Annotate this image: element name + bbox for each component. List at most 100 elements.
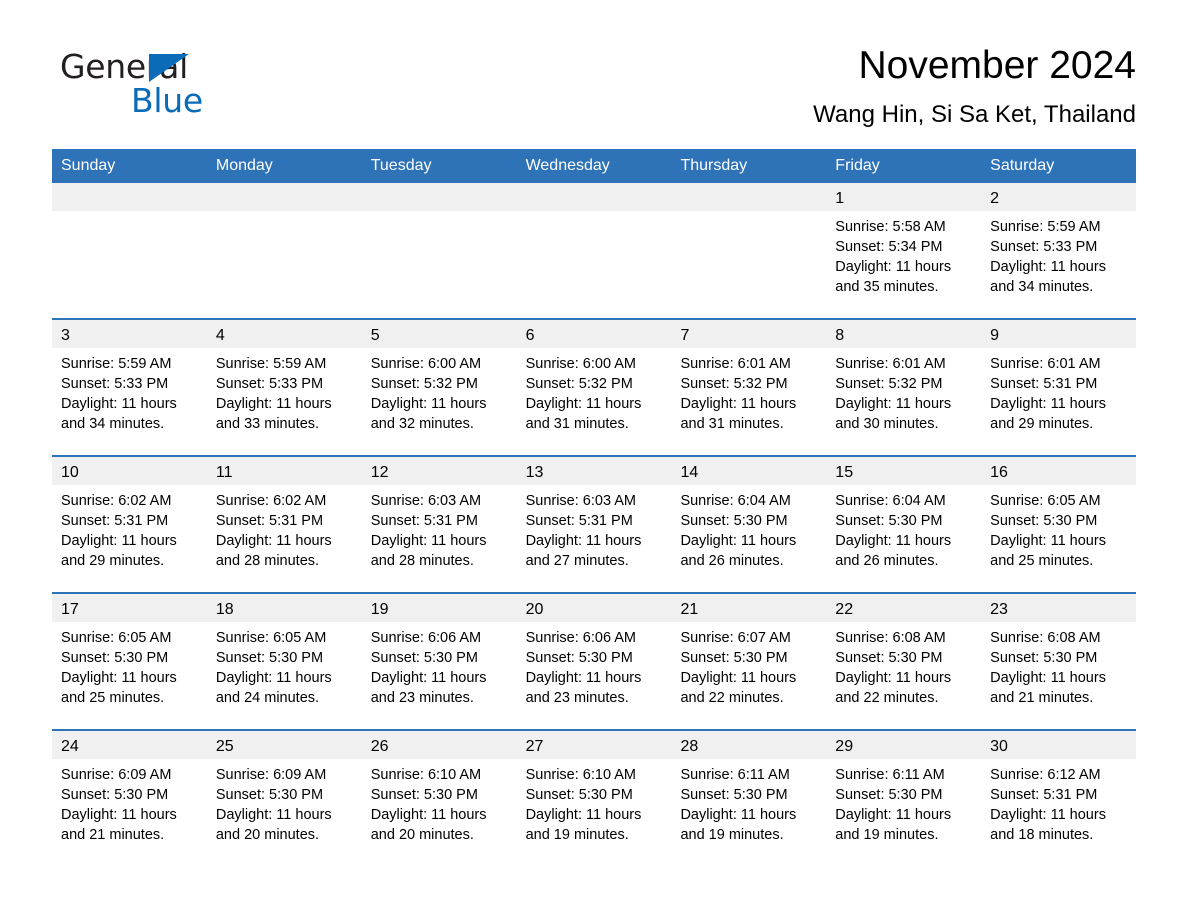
calendar-day-cell[interactable]: 17 Sunrise: 6:05 AM Sunset: 5:30 PM Dayligh…	[52, 593, 207, 729]
calendar-day-cell[interactable]: 1 Sunrise: 5:58 AM Sunset: 5:34 PM Daylight…	[826, 182, 982, 318]
calendar-day-cell[interactable]: 4 Sunrise: 5:59 AM Sunset: 5:33 PM Daylight…	[206, 319, 362, 455]
sunset-text: Sunset: 5:30 PM	[680, 786, 788, 803]
day-number: 14	[671, 456, 827, 485]
calendar-day-cell-empty	[671, 182, 827, 318]
day-details: Sunrise: 6:10 AM Sunset: 5:30 PM Daylight:…	[517, 759, 672, 866]
day-details	[207, 211, 362, 318]
weekday-header-wednesday: Wednesday	[525, 156, 610, 174]
day-number: 18	[206, 593, 362, 622]
week-days: 3 Sunrise: 5:59 AM Sunset: 5:33 PM Daylight…	[52, 319, 1137, 455]
day-number: 4	[206, 319, 362, 348]
calendar-day-cell[interactable]: 5 Sunrise: 6:00 AM Sunset: 5:32 PM Daylight…	[361, 319, 517, 455]
calendar-day-cell[interactable]: 26 Sunrise: 6:10 AM Sunset: 5:30 PM Dayligh…	[361, 730, 517, 866]
day-number: 20	[516, 593, 672, 622]
day-number: 13	[516, 456, 672, 485]
day-number: 10	[52, 456, 207, 485]
weekday-header-tuesday: Tuesday	[370, 156, 432, 174]
day-details	[52, 211, 207, 318]
calendar-day-cell-empty	[52, 182, 207, 318]
sunset-text: Sunset: 5:30 PM	[370, 786, 478, 803]
calendar-day-cell[interactable]: 21 Sunrise: 6:07 AM Sunset: 5:30 PM Dayligh…	[671, 593, 827, 729]
calendar-day-cell-empty	[516, 182, 672, 318]
sunrise-text: Sunrise: 6:06 AM	[525, 629, 636, 646]
day-details: Sunrise: 6:11 AM Sunset: 5:30 PM Daylight:…	[671, 759, 826, 866]
day-details: Sunrise: 6:04 AM Sunset: 5:30 PM Daylight:…	[671, 485, 826, 592]
calendar-week-row: 1 Sunrise: 5:58 AM Sunset: 5:34 PM Daylight…	[52, 182, 1137, 318]
calendar-day-cell[interactable]: 25 Sunrise: 6:09 AM Sunset: 5:30 PM Dayligh…	[206, 730, 362, 866]
day-number: 17	[52, 593, 207, 622]
calendar-day-cell[interactable]: 16 Sunrise: 6:05 AM Sunset: 5:30 PM Dayligh…	[981, 456, 1137, 592]
day-number: 25	[206, 730, 362, 759]
calendar-day-cell[interactable]: 28 Sunrise: 6:11 AM Sunset: 5:30 PM Dayligh…	[671, 730, 827, 866]
daylight-text: Daylight: 11 hours and 24 minutes.	[215, 669, 332, 706]
weekday-header-row: Sunday Monday Tuesday Wednesday Thursday Frid…	[52, 148, 1136, 183]
calendar-day-cell[interactable]: 3 Sunrise: 5:59 AM Sunset: 5:33 PM Daylight…	[52, 319, 207, 455]
sunset-text: Sunset: 5:31 PM	[990, 786, 1098, 803]
sunset-text: Sunset: 5:30 PM	[990, 512, 1098, 529]
daylight-text: Daylight: 11 hours and 26 minutes.	[835, 532, 952, 569]
day-details: Sunrise: 6:01 AM Sunset: 5:31 PM Daylight:…	[981, 348, 1136, 455]
daylight-text: Daylight: 11 hours and 33 minutes.	[215, 395, 332, 432]
day-number: 1	[826, 182, 982, 211]
page-header: General Blue November 2024 Wang Hin, Si …	[0, 0, 1188, 129]
calendar-day-cell[interactable]: 13 Sunrise: 6:03 AM Sunset: 5:31 PM Dayligh…	[516, 456, 672, 592]
daylight-text: Daylight: 11 hours and 25 minutes.	[990, 532, 1106, 569]
calendar-day-cell[interactable]: 15 Sunrise: 6:04 AM Sunset: 5:30 PM Dayligh…	[826, 456, 982, 592]
daylight-text: Daylight: 11 hours and 18 minutes.	[990, 806, 1106, 843]
calendar-day-cell[interactable]: 12 Sunrise: 6:03 AM Sunset: 5:31 PM Dayligh…	[361, 456, 517, 592]
sunset-text: Sunset: 5:30 PM	[835, 649, 943, 666]
sunset-text: Sunset: 5:30 PM	[990, 649, 1098, 666]
day-number	[52, 182, 207, 211]
calendar-day-cell[interactable]: 20 Sunrise: 6:06 AM Sunset: 5:30 PM Dayligh…	[516, 593, 672, 729]
calendar-day-cell[interactable]: 29 Sunrise: 6:11 AM Sunset: 5:30 PM Dayligh…	[826, 730, 982, 866]
calendar-day-cell[interactable]: 14 Sunrise: 6:04 AM Sunset: 5:30 PM Dayligh…	[671, 456, 827, 592]
daylight-text: Daylight: 11 hours and 28 minutes.	[370, 532, 487, 569]
calendar-day-cell[interactable]: 19 Sunrise: 6:06 AM Sunset: 5:30 PM Dayligh…	[361, 593, 517, 729]
sunset-text: Sunset: 5:31 PM	[61, 512, 169, 529]
day-number: 9	[981, 319, 1137, 348]
day-details: Sunrise: 5:59 AM Sunset: 5:33 PM Daylight:…	[52, 348, 207, 455]
calendar-day-cell[interactable]: 30 Sunrise: 6:12 AM Sunset: 5:31 PM Dayligh…	[981, 730, 1137, 866]
calendar-day-cell[interactable]: 23 Sunrise: 6:08 AM Sunset: 5:30 PM Dayligh…	[981, 593, 1137, 729]
day-number: 11	[206, 456, 362, 485]
sunrise-text: Sunrise: 6:09 AM	[215, 766, 327, 783]
calendar-day-cell[interactable]: 10 Sunrise: 6:02 AM Sunset: 5:31 PM Dayligh…	[52, 456, 207, 592]
sunrise-text: Sunrise: 5:59 AM	[215, 355, 327, 372]
daylight-text: Daylight: 11 hours and 21 minutes.	[61, 806, 177, 843]
daylight-text: Daylight: 11 hours and 27 minutes.	[525, 532, 642, 569]
day-details: Sunrise: 6:12 AM Sunset: 5:31 PM Daylight:…	[981, 759, 1136, 866]
day-details: Sunrise: 6:00 AM Sunset: 5:32 PM Daylight:…	[362, 348, 517, 455]
day-details: Sunrise: 6:05 AM Sunset: 5:30 PM Daylight:…	[52, 622, 207, 729]
calendar-day-cell[interactable]: 7 Sunrise: 6:01 AM Sunset: 5:32 PM Daylight…	[671, 319, 827, 455]
sunrise-text: Sunrise: 6:12 AM	[990, 766, 1101, 783]
calendar-day-cell[interactable]: 18 Sunrise: 6:05 AM Sunset: 5:30 PM Dayligh…	[206, 593, 362, 729]
calendar-day-cell[interactable]: 2 Sunrise: 5:59 AM Sunset: 5:33 PM Daylight…	[981, 182, 1137, 318]
calendar-day-cell[interactable]: 24 Sunrise: 6:09 AM Sunset: 5:30 PM Dayligh…	[52, 730, 207, 866]
day-details: Sunrise: 6:01 AM Sunset: 5:32 PM Daylight:…	[826, 348, 981, 455]
daylight-text: Daylight: 11 hours and 25 minutes.	[61, 669, 177, 706]
calendar-day-cell[interactable]: 11 Sunrise: 6:02 AM Sunset: 5:31 PM Dayligh…	[206, 456, 362, 592]
day-details: Sunrise: 6:00 AM Sunset: 5:32 PM Daylight:…	[517, 348, 672, 455]
daylight-text: Daylight: 11 hours and 35 minutes.	[835, 258, 952, 295]
calendar-day-cell[interactable]: 27 Sunrise: 6:10 AM Sunset: 5:30 PM Dayligh…	[516, 730, 672, 866]
calendar-day-cell-empty	[361, 182, 517, 318]
page-subtitle: Wang Hin, Si Sa Ket, Thailand	[813, 100, 1136, 128]
sunset-text: Sunset: 5:31 PM	[370, 512, 478, 529]
day-number: 26	[361, 730, 517, 759]
day-number	[516, 182, 672, 211]
calendar-day-cell[interactable]: 6 Sunrise: 6:00 AM Sunset: 5:32 PM Daylight…	[516, 319, 672, 455]
day-number	[361, 182, 517, 211]
sunrise-text: Sunrise: 6:02 AM	[61, 492, 172, 509]
sunset-text: Sunset: 5:30 PM	[61, 786, 169, 803]
general-blue-logo[interactable]: General Blue	[52, 44, 252, 120]
calendar-day-cell[interactable]: 22 Sunrise: 6:08 AM Sunset: 5:30 PM Dayligh…	[826, 593, 982, 729]
day-number	[671, 182, 827, 211]
sunrise-text: Sunrise: 6:03 AM	[370, 492, 482, 509]
sunrise-text: Sunrise: 6:05 AM	[61, 629, 172, 646]
sunset-text: Sunset: 5:31 PM	[215, 512, 324, 529]
calendar-day-cell[interactable]: 9 Sunrise: 6:01 AM Sunset: 5:31 PM Daylight…	[981, 319, 1137, 455]
calendar-day-cell[interactable]: 8 Sunrise: 6:01 AM Sunset: 5:32 PM Daylight…	[826, 319, 982, 455]
sunset-text: Sunset: 5:34 PM	[835, 238, 943, 255]
day-number: 19	[361, 593, 517, 622]
daylight-text: Daylight: 11 hours and 22 minutes.	[680, 669, 797, 706]
